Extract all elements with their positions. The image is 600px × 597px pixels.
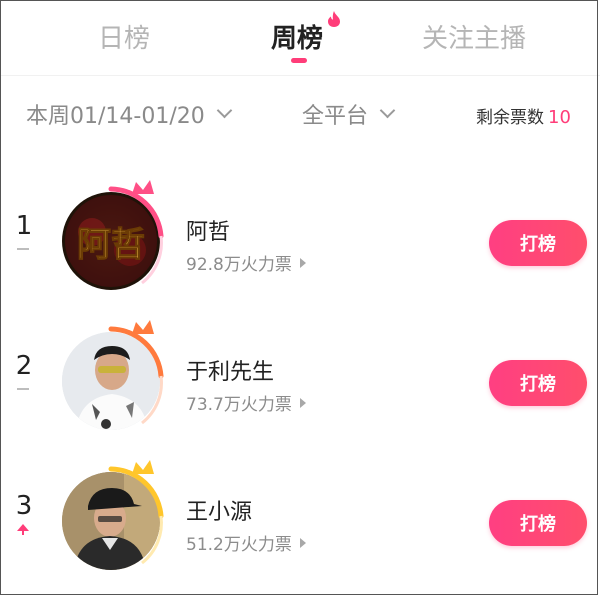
arrow-right-icon <box>299 397 306 408</box>
ranking-row: 1 阿哲 阿哲 92.8万火力票 打榜 <box>0 178 600 308</box>
avatar[interactable] <box>58 318 170 430</box>
filter-bar: 本周01/14-01/20 全平台 剩余票数 10 <box>0 98 600 138</box>
arrow-right-icon <box>299 537 306 548</box>
fire-votes[interactable]: 73.7万火力票 <box>186 390 306 415</box>
flame-icon <box>328 11 340 27</box>
week-range-label: 本周01/14-01/20 <box>26 104 205 129</box>
platform-dropdown[interactable]: 全平台 <box>302 98 396 130</box>
remaining-votes-label: 剩余票数 <box>476 108 544 128</box>
fire-votes[interactable]: 92.8万火力票 <box>186 250 306 275</box>
ranking-row: 2 于利先生 73.7万火力票 打榜 <box>0 318 600 448</box>
streamer-name[interactable]: 于利先生 <box>186 354 274 386</box>
vote-button[interactable]: 打榜 <box>489 500 587 546</box>
rank-up-icon-stem <box>22 530 24 535</box>
tab-weekly[interactable]: 周榜 <box>271 18 323 55</box>
crown-ring-icon <box>108 460 164 565</box>
remaining-votes-count: 10 <box>548 107 571 128</box>
arrow-right-icon <box>299 257 306 268</box>
fire-votes[interactable]: 51.2万火力票 <box>186 530 306 555</box>
streamer-name[interactable]: 阿哲 <box>186 214 230 246</box>
vote-button[interactable]: 打榜 <box>489 360 587 406</box>
crown-ring-icon <box>108 320 164 425</box>
fire-votes-value: 73.7万火力票 <box>186 395 292 415</box>
tab-daily[interactable]: 日榜 <box>98 18 150 55</box>
avatar[interactable] <box>58 458 170 570</box>
week-range-dropdown[interactable]: 本周01/14-01/20 <box>26 98 233 130</box>
fire-votes-value: 51.2万火力票 <box>186 535 292 555</box>
ranking-row: 3 王小源 51.2万火力票 打榜 <box>0 458 600 588</box>
crown-ring-icon <box>108 180 164 285</box>
chevron-down-icon <box>216 102 233 118</box>
tab-followed-streamers[interactable]: 关注主播 <box>422 18 526 55</box>
vote-button[interactable]: 打榜 <box>489 220 587 266</box>
tab-bar: 日榜 周榜 关注主播 <box>0 0 600 72</box>
avatar[interactable]: 阿哲 <box>58 178 170 290</box>
fire-votes-value: 92.8万火力票 <box>186 255 292 275</box>
remaining-votes: 剩余票数 10 <box>476 103 571 128</box>
rank-number: 3 <box>15 491 33 521</box>
chevron-down-icon <box>379 102 396 118</box>
rank-unchanged-icon <box>17 248 29 250</box>
rank-unchanged-icon <box>17 388 29 390</box>
rank-number: 2 <box>15 351 33 381</box>
platform-label: 全平台 <box>302 104 369 129</box>
divider <box>0 75 600 76</box>
streamer-name[interactable]: 王小源 <box>186 494 252 526</box>
active-tab-indicator <box>291 58 307 63</box>
rank-number: 1 <box>15 211 33 241</box>
